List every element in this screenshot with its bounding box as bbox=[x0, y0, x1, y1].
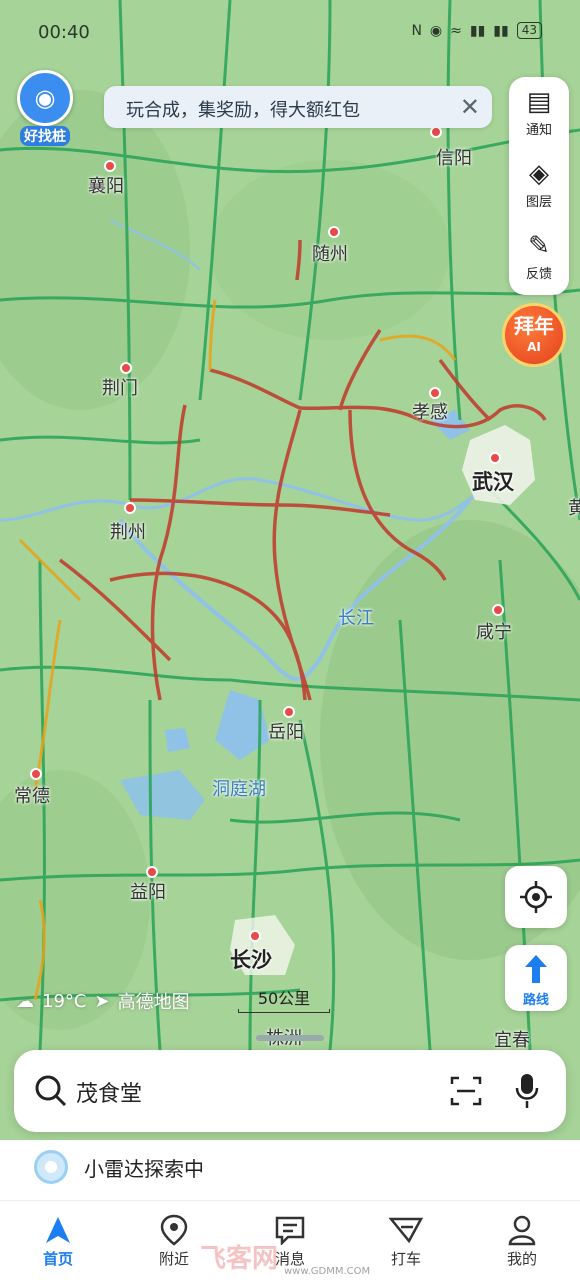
status-time: 00:40 bbox=[38, 22, 90, 43]
map-canvas bbox=[0, 0, 580, 1150]
city-marker bbox=[146, 866, 158, 878]
find-pile-label: 好找桩 bbox=[20, 126, 70, 146]
radar-icon bbox=[34, 1150, 68, 1184]
crosshair-icon bbox=[520, 881, 552, 913]
promo-banner[interactable]: 玩合成，集奖励，得大额红包 ✕ bbox=[104, 86, 492, 128]
search-icon bbox=[35, 1075, 67, 1107]
watermark-url: www.GDMM.COM bbox=[284, 1266, 371, 1277]
lake-dongtinghu: 洞庭湖 bbox=[212, 779, 266, 800]
layers-icon: ◈ bbox=[529, 159, 549, 189]
search-bar[interactable]: 茂食堂 bbox=[14, 1050, 566, 1132]
city-wuhan[interactable]: 武汉 bbox=[472, 466, 514, 496]
nfc-icon: N bbox=[411, 22, 422, 39]
tab-home[interactable]: 首页 bbox=[0, 1204, 116, 1280]
watermark: 飞客网 bbox=[200, 1244, 279, 1274]
radar-text: 小雷达探索中 bbox=[84, 1156, 204, 1181]
wifi-icon: ≈ bbox=[450, 22, 462, 39]
map-tools-panel: ▤ 通知 ◈ 图层 ✎ 反馈 bbox=[509, 77, 569, 295]
route-button[interactable]: 路线 bbox=[505, 945, 567, 1011]
taxi-icon bbox=[348, 1214, 464, 1246]
charging-pile-icon: ◉ bbox=[17, 70, 73, 126]
city-marker bbox=[104, 160, 116, 172]
tab-mine-label: 我的 bbox=[506, 1250, 537, 1268]
locate-button[interactable] bbox=[505, 866, 567, 928]
scan-icon[interactable] bbox=[450, 1076, 482, 1106]
scale-label: 50公里 bbox=[257, 989, 311, 1008]
tab-home-label: 首页 bbox=[42, 1250, 73, 1268]
new-year-ai-badge[interactable]: 拜年 AI bbox=[502, 303, 566, 367]
city-xiangyang[interactable]: 襄阳 bbox=[88, 172, 124, 198]
route-arrow-icon bbox=[525, 955, 547, 983]
city-marker bbox=[30, 768, 42, 780]
cloud-icon: ☁ bbox=[16, 990, 34, 1012]
radar-status[interactable]: 小雷达探索中 bbox=[34, 1150, 204, 1184]
city-changde[interactable]: 常德 bbox=[14, 782, 50, 808]
city-marker bbox=[492, 604, 504, 616]
city-marker bbox=[249, 930, 261, 942]
close-icon[interactable]: ✕ bbox=[460, 93, 480, 121]
bottom-sheet: 小雷达探索中 首页 附近 消息 打车 我的 飞客网 www.GDMM.COM bbox=[0, 1140, 580, 1280]
signal-5g-icon: ▮▮ bbox=[469, 22, 486, 39]
city-marker bbox=[283, 706, 295, 718]
find-charging-pile-button[interactable]: ◉ 好找桩 bbox=[12, 70, 78, 146]
city-marker bbox=[124, 502, 136, 514]
amap-logo-icon: ➤ bbox=[94, 990, 110, 1012]
city-xianning[interactable]: 咸宁 bbox=[476, 618, 512, 644]
status-icons: N ◉ ≈ ▮▮ ▮▮ 43 bbox=[411, 22, 542, 39]
map-view[interactable]: 襄阳 信阳 随州 荆门 孝感 武汉 黄 荆州 长江 咸宁 岳阳 洞庭湖 常德 益… bbox=[0, 0, 580, 1150]
layers-button[interactable]: ◈ 图层 bbox=[509, 157, 569, 210]
city-jingmen[interactable]: 荆门 bbox=[102, 374, 138, 400]
route-label: 路线 bbox=[522, 993, 549, 1008]
search-input[interactable]: 茂食堂 bbox=[76, 1076, 142, 1108]
signal-4g-icon: ▮▮ bbox=[493, 22, 509, 39]
notify-label: 通知 bbox=[525, 123, 552, 138]
feedback-label: 反馈 bbox=[525, 267, 552, 282]
notification-icon: ▤ bbox=[526, 87, 552, 117]
river-changjiang: 长江 bbox=[338, 608, 374, 629]
pencil-icon: ✎ bbox=[528, 231, 550, 261]
city-suizhou[interactable]: 随州 bbox=[312, 240, 348, 266]
ai-badge-title: 拜年 bbox=[514, 314, 554, 338]
notify-button[interactable]: ▤ 通知 bbox=[509, 85, 569, 138]
temperature: 19°C bbox=[42, 990, 87, 1012]
location-icon: ◉ bbox=[429, 22, 443, 39]
city-yueyang[interactable]: 岳阳 bbox=[268, 718, 304, 744]
city-yiyang[interactable]: 益阳 bbox=[130, 878, 166, 904]
city-yichun[interactable]: 宜春 bbox=[494, 1026, 530, 1052]
navigate-arrow-icon bbox=[0, 1214, 116, 1246]
layers-label: 图层 bbox=[525, 195, 552, 210]
person-icon bbox=[464, 1214, 580, 1246]
map-scale: 50公里 bbox=[238, 985, 330, 1013]
ai-badge-sub: AI bbox=[527, 340, 541, 354]
weather-info[interactable]: ☁ 19°C ➤ 高德地图 bbox=[16, 988, 190, 1014]
feedback-button[interactable]: ✎ 反馈 bbox=[509, 229, 569, 282]
tab-mine[interactable]: 我的 bbox=[464, 1204, 580, 1280]
city-xinyang[interactable]: 信阳 bbox=[436, 144, 472, 170]
battery-indicator: 43 bbox=[516, 22, 542, 39]
scale-bar bbox=[238, 1009, 330, 1013]
city-changsha[interactable]: 长沙 bbox=[230, 944, 272, 974]
city-marker bbox=[328, 226, 340, 238]
divider bbox=[0, 1200, 580, 1201]
map-brand: 高德地图 bbox=[117, 992, 190, 1013]
city-marker bbox=[489, 452, 501, 464]
microphone-icon[interactable] bbox=[514, 1072, 540, 1110]
city-xiaogan[interactable]: 孝感 bbox=[412, 398, 448, 424]
city-marker bbox=[120, 362, 132, 374]
promo-text: 玩合成，集奖励，得大额红包 bbox=[126, 100, 360, 121]
status-bar: 00:40 N ◉ ≈ ▮▮ ▮▮ 43 bbox=[0, 0, 580, 66]
city-huang[interactable]: 黄 bbox=[568, 494, 580, 520]
sheet-drag-handle[interactable] bbox=[256, 1035, 324, 1041]
city-jingzhou[interactable]: 荆州 bbox=[110, 518, 146, 544]
